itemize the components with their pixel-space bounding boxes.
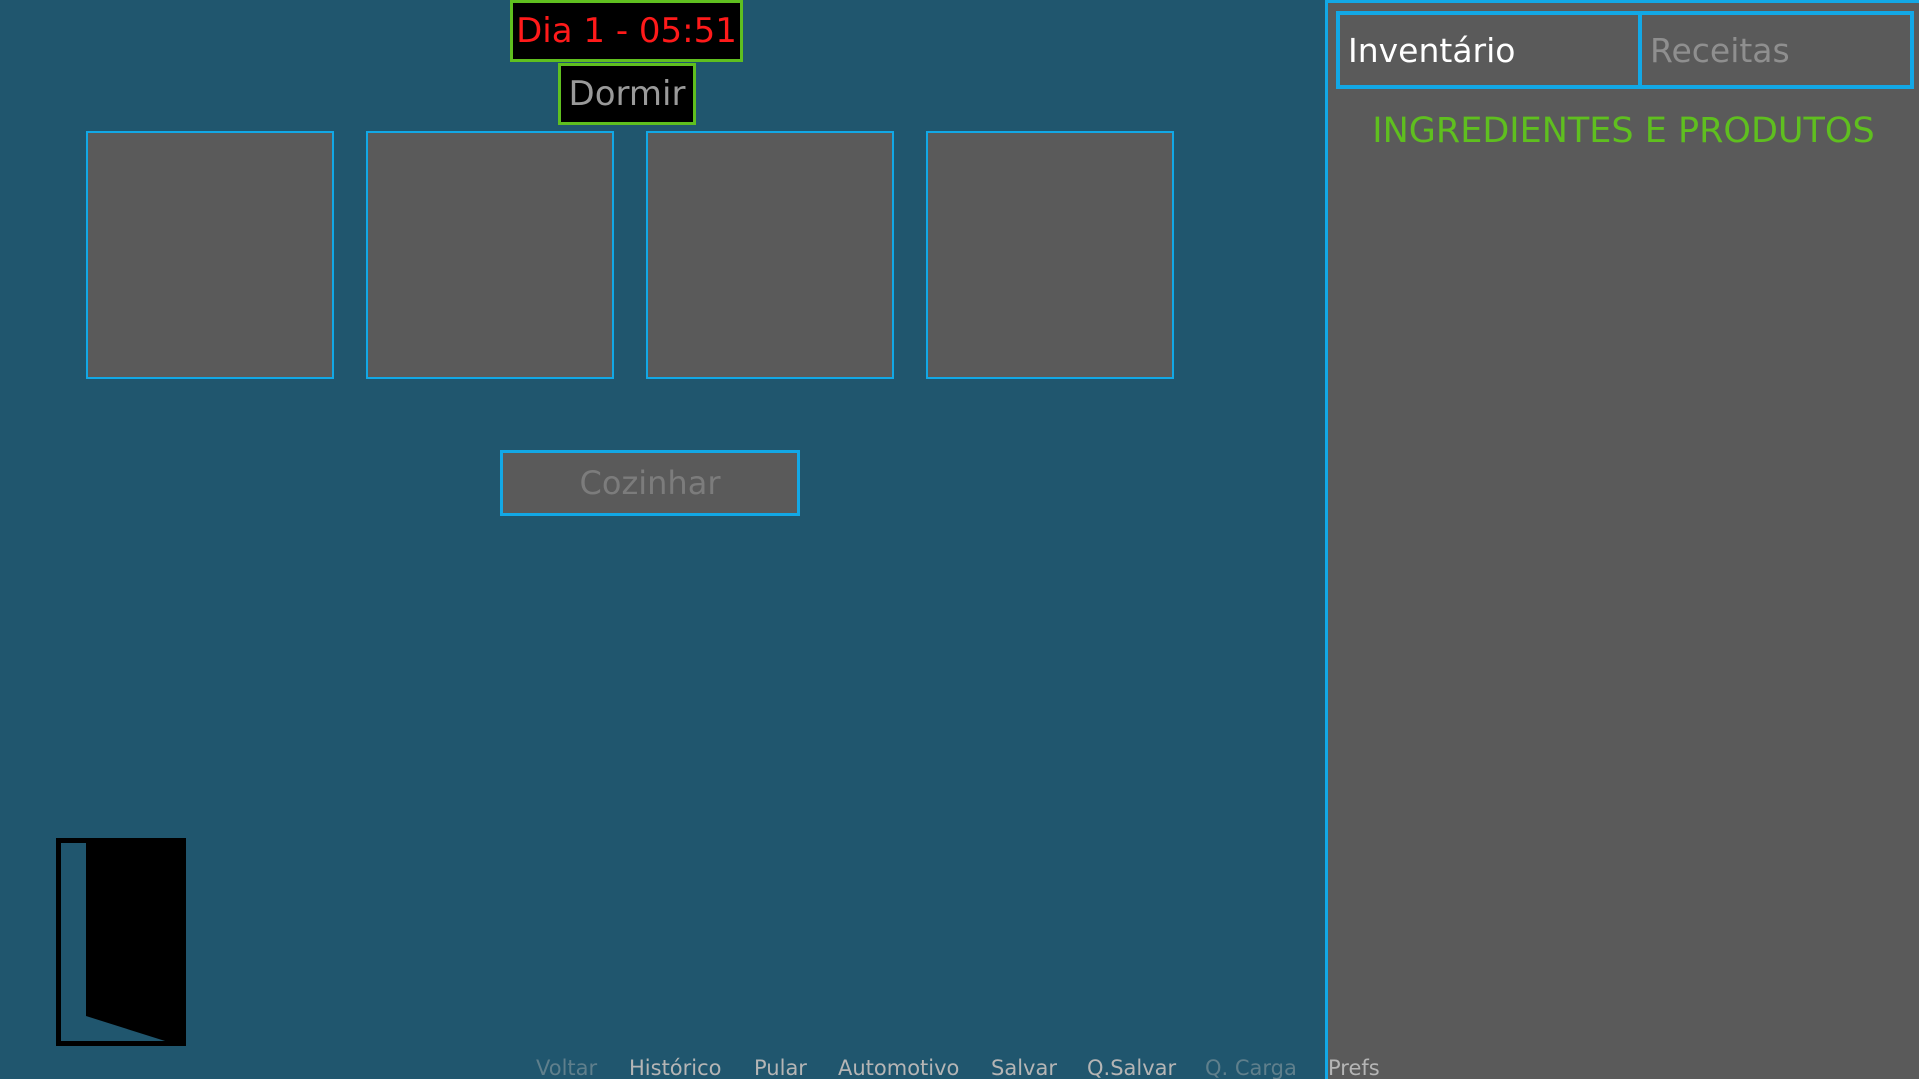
cook-button[interactable]: Cozinhar (500, 450, 800, 516)
panel-tabs: Inventário Receitas (1336, 11, 1914, 89)
door-icon[interactable] (56, 838, 186, 1046)
menu-skip[interactable]: Pular (754, 1056, 807, 1079)
menu-save[interactable]: Salvar (991, 1056, 1057, 1079)
menu-back[interactable]: Voltar (536, 1056, 597, 1079)
menu-quick-load[interactable]: Q. Carga (1205, 1056, 1297, 1079)
menu-auto[interactable]: Automotivo (838, 1056, 959, 1079)
inventory-panel: Inventário Receitas INGREDIENTES E PRODU… (1325, 0, 1919, 1079)
menu-history[interactable]: Histórico (629, 1056, 722, 1079)
sleep-button[interactable]: Dormir (558, 63, 696, 125)
ingredient-slot-4[interactable] (926, 131, 1174, 379)
tab-inventory[interactable]: Inventário (1340, 15, 1642, 85)
menu-prefs[interactable]: Prefs (1328, 1056, 1380, 1079)
ingredient-slot-2[interactable] (366, 131, 614, 379)
game-screen: Dia 1 - 05:51 Dormir Cozinhar Inventário… (0, 0, 1919, 1079)
inventory-heading: INGREDIENTES E PRODUTOS (1372, 111, 1875, 151)
ingredient-slot-1[interactable] (86, 131, 334, 379)
ingredient-slot-3[interactable] (646, 131, 894, 379)
day-time-display: Dia 1 - 05:51 (510, 0, 743, 62)
menu-quick-save[interactable]: Q.Salvar (1087, 1056, 1176, 1079)
tab-recipes[interactable]: Receitas (1642, 15, 1910, 85)
